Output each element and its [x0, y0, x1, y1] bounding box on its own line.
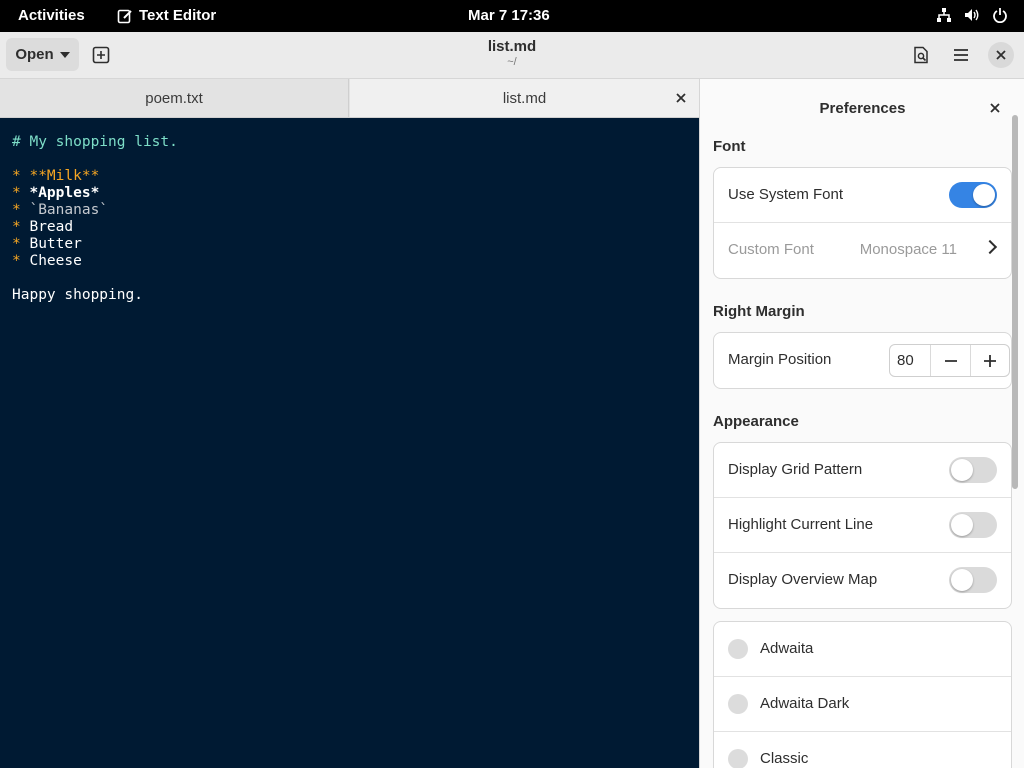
- use-system-font-row[interactable]: Use System Font: [714, 168, 1011, 223]
- right-margin-section-heading: Right Margin: [713, 303, 805, 320]
- overview-map-toggle[interactable]: [949, 567, 997, 593]
- scheme-label: Adwaita: [760, 640, 814, 657]
- tab-bar: poem.txt list.md: [0, 79, 699, 118]
- tab-label: list.md: [502, 89, 547, 107]
- top-bar: Activities Text Editor Mar 7 17:36: [0, 0, 1024, 32]
- app-menu[interactable]: Text Editor: [117, 7, 216, 24]
- close-icon: [990, 103, 1000, 113]
- preferences-panel: Preferences Font Use System Font Custom …: [699, 79, 1024, 768]
- editor-line-item: * Bread: [12, 219, 699, 236]
- highlight-line-label: Highlight Current Line: [728, 516, 874, 533]
- document-path: ~/: [507, 56, 517, 68]
- font-card: Use System Font Custom Font Monospace 11: [713, 167, 1012, 279]
- preferences-close-button[interactable]: [988, 101, 1002, 115]
- overview-map-row[interactable]: Display Overview Map: [714, 553, 1011, 608]
- item-text: Cheese: [29, 253, 82, 269]
- open-button-label: Open: [15, 46, 54, 63]
- highlight-line-row[interactable]: Highlight Current Line: [714, 498, 1011, 553]
- item-text: *Apples*: [29, 185, 100, 201]
- item-text: Butter: [29, 236, 82, 252]
- system-tray[interactable]: [936, 7, 1008, 24]
- text-editor-area[interactable]: # My shopping list. * **Milk** * *Apples…: [0, 118, 699, 768]
- highlight-line-toggle[interactable]: [949, 512, 997, 538]
- item-text: Bread: [29, 219, 74, 235]
- new-tab-icon: [92, 46, 110, 64]
- use-system-font-toggle[interactable]: [949, 182, 997, 208]
- scheme-row-classic[interactable]: Classic: [714, 732, 1011, 768]
- editor-line-item: * **Milk**: [12, 168, 699, 185]
- header-bar: Open list.md ~/: [0, 32, 1024, 79]
- display-grid-row[interactable]: Display Grid Pattern: [714, 443, 1011, 498]
- network-icon: [936, 7, 952, 23]
- appearance-card: Display Grid Pattern Highlight Current L…: [713, 442, 1012, 609]
- right-margin-card: Margin Position 80: [713, 332, 1012, 389]
- item-text: `Bananas`: [29, 202, 109, 218]
- scheme-radio[interactable]: [728, 639, 748, 659]
- style-scheme-card: Adwaita Adwaita Dark Classic: [713, 621, 1012, 768]
- open-button[interactable]: Open: [6, 38, 79, 71]
- font-section-heading: Font: [713, 138, 746, 155]
- volume-icon: [964, 7, 980, 23]
- close-icon: [996, 50, 1006, 60]
- editor-line-item: * `Bananas`: [12, 202, 699, 219]
- editor-line-item: * Cheese: [12, 253, 699, 270]
- hamburger-menu-icon: [954, 49, 968, 61]
- tab-label: poem.txt: [145, 89, 203, 107]
- display-grid-toggle[interactable]: [949, 457, 997, 483]
- scheme-label: Classic: [760, 750, 809, 767]
- overview-map-label: Display Overview Map: [728, 571, 878, 588]
- appearance-section-heading: Appearance: [713, 413, 799, 430]
- editor-line-item: * *Apples*: [12, 185, 699, 202]
- scheme-radio[interactable]: [728, 749, 748, 768]
- editor-line-item: * Butter: [12, 236, 699, 253]
- close-icon: [676, 93, 686, 103]
- bullet-marker: *: [12, 185, 30, 201]
- custom-font-value: Monospace 11: [859, 241, 957, 258]
- scheme-row-adwaita[interactable]: Adwaita: [714, 622, 1011, 677]
- tab-list[interactable]: list.md: [350, 79, 699, 117]
- scheme-row-adwaita-dark[interactable]: Adwaita Dark: [714, 677, 1011, 732]
- margin-position-row: Margin Position 80: [714, 333, 1011, 388]
- preferences-scrollbar[interactable]: [1012, 115, 1018, 489]
- margin-position-value[interactable]: 80: [890, 345, 930, 376]
- tab-poem[interactable]: poem.txt: [0, 79, 349, 117]
- document-search-icon: [914, 46, 928, 64]
- plus-icon: [983, 354, 996, 367]
- power-icon: [992, 7, 1008, 24]
- bullet-marker: *: [12, 236, 30, 252]
- tab-close-button[interactable]: [673, 90, 689, 106]
- scheme-label: Adwaita Dark: [760, 695, 850, 712]
- minus-icon: [944, 359, 957, 362]
- main-menu-button[interactable]: [950, 44, 972, 66]
- scheme-radio[interactable]: [728, 694, 748, 714]
- display-grid-label: Display Grid Pattern: [728, 461, 863, 478]
- bullet-marker: *: [12, 219, 30, 235]
- bullet-marker: *: [12, 202, 30, 218]
- chevron-right-icon: [982, 239, 998, 255]
- decrement-button[interactable]: [930, 345, 969, 376]
- bullet-marker: *: [12, 168, 30, 184]
- new-tab-button[interactable]: [90, 44, 112, 66]
- custom-font-row[interactable]: Custom Font Monospace 11: [714, 223, 1011, 278]
- text-editor-icon: [117, 9, 132, 23]
- clock[interactable]: Mar 7 17:36: [468, 7, 550, 24]
- margin-position-label: Margin Position: [728, 351, 832, 368]
- editor-line-heading: # My shopping list.: [12, 134, 178, 150]
- chevron-down-icon: [59, 51, 70, 58]
- activities-button[interactable]: Activities: [18, 7, 85, 24]
- document-properties-button[interactable]: [910, 44, 932, 66]
- custom-font-label: Custom Font: [728, 241, 814, 258]
- window-title: list.md ~/: [412, 38, 612, 68]
- app-name: Text Editor: [139, 7, 217, 24]
- document-title: list.md: [487, 38, 537, 55]
- increment-button[interactable]: [969, 345, 1009, 376]
- preferences-title: Preferences: [819, 100, 906, 117]
- bullet-marker: *: [12, 253, 30, 269]
- close-window-button[interactable]: [988, 42, 1014, 68]
- margin-position-spinbutton[interactable]: 80: [889, 344, 1010, 377]
- use-system-font-label: Use System Font: [728, 186, 844, 203]
- item-text: **Milk**: [29, 168, 100, 184]
- editor-line-footer: Happy shopping.: [12, 287, 143, 303]
